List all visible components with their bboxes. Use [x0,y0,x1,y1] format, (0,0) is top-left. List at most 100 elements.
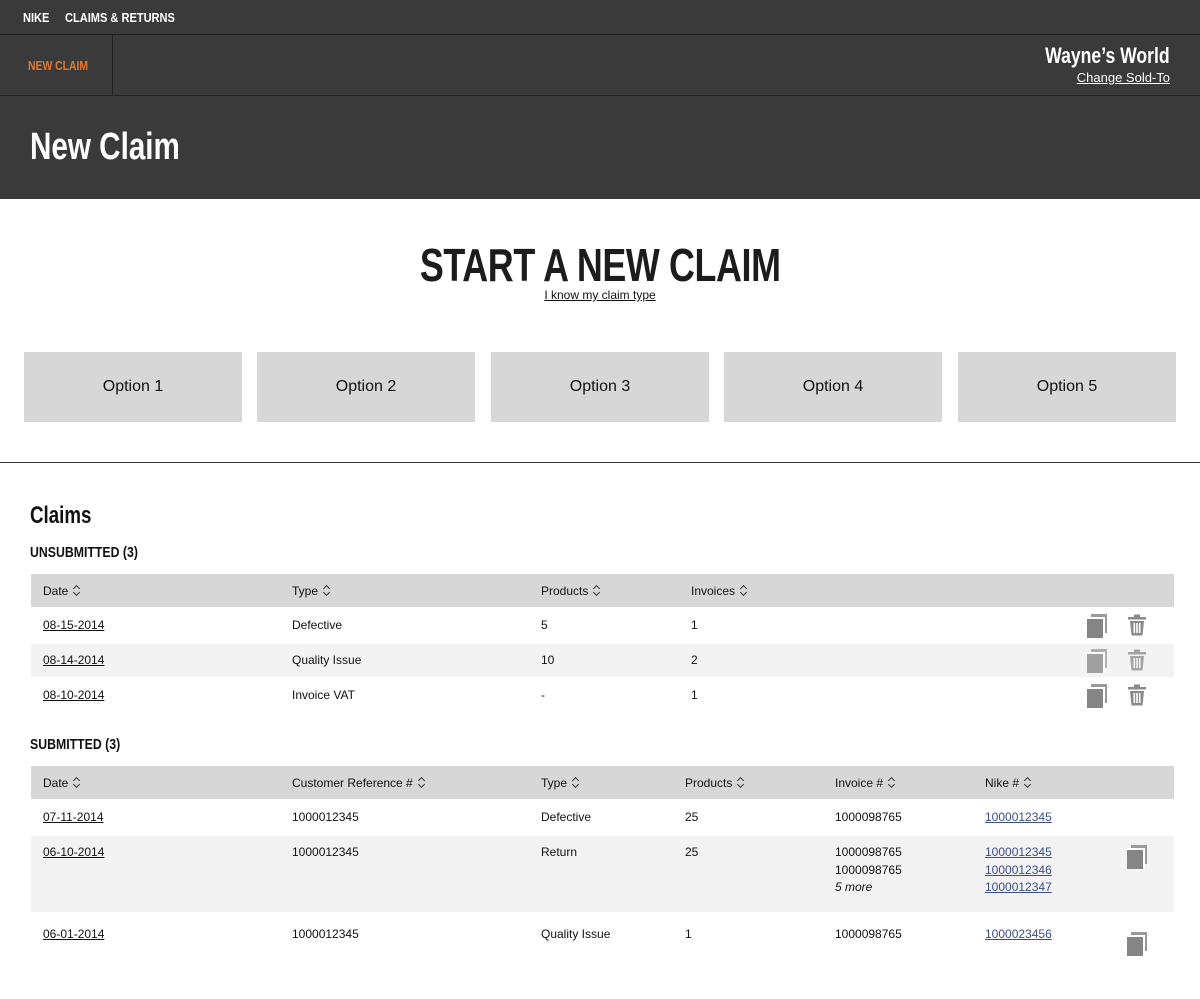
col-products-label: Products [541,584,589,598]
option-1-button[interactable]: Option 1 [24,352,242,422]
row-date-link[interactable]: 07-11-2014 [43,809,104,827]
unsubmitted-table: Date Type Products Invoices 08-15-2014 D… [31,574,1174,714]
copy-icon[interactable] [1087,614,1107,638]
sub-nav-bar: NEW CLAIM Wayne’s World Change Sold-To [0,35,1200,96]
row-nike-number-link[interactable]: 1000012347 [985,879,1052,897]
know-claim-type-wrap: I know my claim type [0,288,1200,302]
trash-icon[interactable] [1127,614,1147,636]
nav-brand-link[interactable]: NIKE [23,10,49,25]
copy-icon[interactable] [1087,649,1107,673]
option-3-button[interactable]: Option 3 [491,352,709,422]
col-date-label: Date [43,776,69,790]
row-nike-number-link[interactable]: 1000012345 [985,844,1052,862]
change-sold-to-link[interactable]: Change Sold-To [1077,70,1170,85]
row-date-link[interactable]: 06-01-2014 [43,926,104,944]
section-divider [0,462,1200,463]
submitted-heading: SUBMITTED (3) [30,736,121,753]
sort-icon [888,777,896,788]
copy-icon[interactable] [1127,845,1147,869]
table-row: 07-11-2014 1000012345 Defective 25 10000… [31,799,1174,836]
option-2-button[interactable]: Option 2 [257,352,475,422]
row-type: Invoice VAT [292,688,355,702]
col-customer-ref-label: Customer Reference # [292,776,413,790]
row-products: 5 [541,618,548,632]
col-customer-ref[interactable]: Customer Reference # [292,776,426,790]
row-customer-ref: 1000012345 [292,927,359,941]
sort-icon [1024,777,1032,788]
know-claim-type-link[interactable]: I know my claim type [544,288,655,302]
sort-icon [418,777,426,788]
nav-claims-returns-link[interactable]: CLAIMS & RETURNS [65,10,175,25]
row-invoices: 1 [691,688,698,702]
page-title: New Claim [30,126,180,168]
row-type: Return [541,845,578,859]
claims-heading: Claims [30,502,92,529]
col-invoices-label: Invoices [691,584,736,598]
trash-icon[interactable] [1127,649,1147,671]
table-row: 08-10-2014 Invoice VAT - 1 [31,677,1174,714]
row-date-link[interactable]: 08-14-2014 [43,652,104,670]
tab-new-claim-label: NEW CLAIM [28,58,89,73]
row-invoice-number: 1000098765 [835,862,902,877]
col-products[interactable]: Products [685,776,745,790]
row-date-link[interactable]: 08-15-2014 [43,617,104,635]
sort-icon [572,777,580,788]
row-date-link[interactable]: 08-10-2014 [43,687,104,705]
row-type: Defective [541,810,592,824]
row-products: 10 [541,653,555,667]
submitted-table: Date Customer Reference # Type Products … [31,766,1174,966]
table-row: 06-01-2014 1000012345 Quality Issue 1 10… [31,912,1174,956]
row-invoice-number: 1000098765 [835,845,902,859]
option-5-button[interactable]: Option 5 [958,352,1176,422]
col-type[interactable]: Type [541,776,580,790]
row-invoice-more-link[interactable]: 5 more [835,879,872,897]
account-name: Wayne’s World [1045,43,1170,68]
col-nike-number[interactable]: Nike # [985,776,1032,790]
row-products: 1 [685,927,692,941]
row-nike-number-link[interactable]: 1000023456 [985,926,1052,944]
col-date-label: Date [43,584,69,598]
col-nike-number-label: Nike # [985,776,1020,790]
row-date-link[interactable]: 06-10-2014 [43,844,104,862]
start-claim-heading: START A NEW CLAIM [419,239,781,291]
option-4-button[interactable]: Option 4 [724,352,942,422]
col-invoice-number-label: Invoice # [835,776,884,790]
unsubmitted-heading: UNSUBMITTED (3) [30,544,138,561]
col-type-label: Type [541,776,568,790]
row-type: Quality Issue [292,653,362,667]
col-invoices[interactable]: Invoices [691,584,748,598]
tab-new-claim[interactable]: NEW CLAIM [0,35,113,95]
col-date[interactable]: Date [43,776,81,790]
row-customer-ref: 1000012345 [292,810,359,824]
col-type[interactable]: Type [292,584,331,598]
col-products-label: Products [685,776,733,790]
sort-icon [73,585,81,596]
table-row: 06-10-2014 1000012345 Return 25 10000987… [31,836,1174,912]
sort-icon [323,585,331,596]
col-invoice-number[interactable]: Invoice # [835,776,896,790]
row-nike-number-link[interactable]: 1000012345 [985,809,1052,827]
submitted-table-header: Date Customer Reference # Type Products … [31,766,1174,799]
col-products[interactable]: Products [541,584,601,598]
col-type-label: Type [292,584,319,598]
copy-icon[interactable] [1087,684,1107,708]
row-type: Quality Issue [541,927,611,941]
row-invoices: 1 [691,618,698,632]
row-products: - [541,688,545,702]
start-claim-heading-wrap: START A NEW CLAIM [0,238,1200,292]
row-invoice-number: 1000098765 [835,810,902,824]
top-nav-bar: NIKE CLAIMS & RETURNS [0,0,1200,35]
sort-icon [593,585,601,596]
table-row: 08-15-2014 Defective 5 1 [31,607,1174,644]
sort-icon [740,585,748,596]
trash-icon[interactable] [1127,684,1147,706]
unsubmitted-table-header: Date Type Products Invoices [31,574,1174,607]
page-header: New Claim [0,96,1200,199]
row-customer-ref: 1000012345 [292,845,359,859]
row-invoices: 2 [691,653,698,667]
row-nike-number-link[interactable]: 1000012346 [985,862,1052,880]
copy-icon[interactable] [1127,932,1147,956]
col-date[interactable]: Date [43,584,81,598]
row-products: 25 [685,845,699,859]
row-type: Defective [292,618,343,632]
